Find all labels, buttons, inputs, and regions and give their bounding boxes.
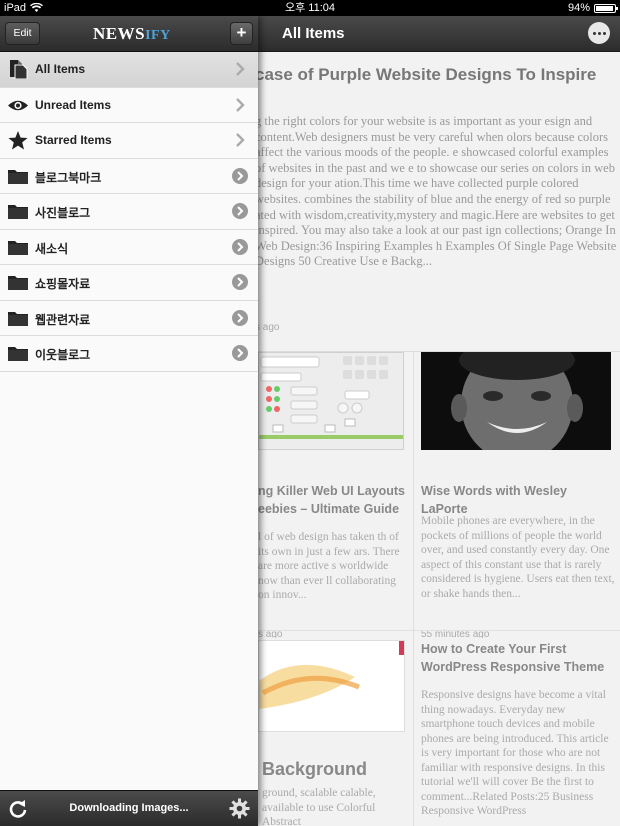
folder-icon — [7, 273, 29, 292]
article-title: ng Killer Web UI Layouts eebies – Ultima… — [258, 484, 406, 516]
sidebar-header: Edit NEWSIFY + — [0, 16, 258, 52]
disclosure-button-icon[interactable] — [232, 274, 248, 290]
more-options-button[interactable] — [588, 22, 610, 44]
logo-accent-text: IFY — [145, 28, 171, 43]
article-title: case of Purple Website Designs To Inspir… — [255, 65, 597, 84]
sidebar-item-label: All Items — [35, 62, 86, 76]
folder-icon — [7, 309, 29, 328]
sidebar-footer: Downloading Images... — [0, 790, 258, 826]
gear-icon[interactable] — [229, 798, 250, 819]
article-card[interactable]: How to Create Your First WordPress Respo… — [414, 638, 620, 826]
article-card[interactable]: Wise Words with Wesley LaPorte Mobile ph… — [414, 352, 620, 640]
folder-icon — [7, 202, 29, 221]
more-dots-icon — [592, 31, 596, 35]
article-thumbnail — [258, 352, 404, 450]
article-title: Background — [262, 759, 368, 779]
eye-icon — [7, 96, 29, 115]
sidebar-list: All Items Unread Items Starred Items 블로그북마크… — [0, 52, 258, 372]
add-feed-button[interactable]: + — [230, 22, 253, 45]
sidebar-item[interactable]: All Items — [0, 52, 258, 88]
article-excerpt: g the right colors for your website is a… — [255, 114, 617, 269]
sidebar-item-label: 이웃블로그 — [35, 348, 91, 362]
disclosure-button-icon[interactable] — [232, 203, 248, 219]
sidebar-item[interactable]: Starred Items — [0, 123, 258, 159]
download-status: Downloading Images... — [69, 802, 189, 814]
battery-icon — [594, 3, 618, 13]
sidebar-item-label: 웹관련자료 — [35, 312, 91, 327]
abstract-background-image — [259, 641, 404, 731]
disclosure-button-icon[interactable] — [232, 309, 248, 326]
disclosure-button-icon[interactable] — [232, 238, 248, 255]
app-logo: NEWSIFY — [93, 24, 171, 44]
edit-button[interactable]: Edit — [5, 22, 40, 45]
logo-main-text: NEWS — [93, 24, 146, 43]
page-title: All Items — [282, 25, 345, 42]
article-title: Wise Words with Wesley LaPorte — [421, 484, 567, 516]
folder-icon — [7, 344, 29, 363]
sidebar-item[interactable]: 웹관련자료 — [0, 300, 258, 336]
article-timestamp: s ago — [255, 322, 280, 333]
sidebar-item-label: Starred Items — [35, 133, 112, 147]
sidebar-item[interactable]: 쇼핑몰자료 — [0, 265, 258, 301]
portrait-photo — [421, 352, 611, 450]
chevron-right-icon — [233, 97, 247, 112]
article-thumbnail — [258, 640, 405, 732]
sidebar-item-label: 블로그북마크 — [35, 170, 102, 185]
ui-kit-preview-image — [259, 353, 403, 449]
sidebar-item-label: 쇼핑몰자료 — [35, 277, 91, 291]
battery-percent: 94% — [567, 2, 590, 14]
disclosure-button-icon[interactable] — [232, 345, 248, 361]
article-title: How to Create Your First WordPress Respo… — [421, 642, 605, 674]
folder-icon — [7, 238, 29, 257]
chevron-right-icon — [233, 62, 247, 76]
sidebar-item[interactable]: 블로그북마크 — [0, 158, 258, 194]
folder-icon — [7, 167, 29, 186]
status-bar: iPad 오후 11:04 94% — [0, 0, 620, 16]
article-excerpt: Responsive designs have become a vital t… — [421, 689, 609, 817]
article-excerpt: ground, scalable calable, available to u… — [262, 787, 376, 826]
article-thumbnail — [421, 352, 611, 450]
sidebar-item-label: Unread Items — [35, 97, 112, 112]
clock: 오후 11:04 — [284, 2, 335, 14]
sidebar-item[interactable]: 새소식 — [0, 229, 258, 265]
article-excerpt: Mobile phones are everywhere, in the poc… — [421, 515, 615, 600]
sidebar-item[interactable]: Unread Items — [0, 87, 258, 123]
disclosure-button-icon[interactable] — [232, 167, 248, 184]
chevron-right-icon — [233, 133, 247, 147]
sidebar-item-label: 새소식 — [35, 241, 69, 256]
article-excerpt: l of web design has taken th of its own … — [258, 531, 400, 601]
star-icon — [7, 131, 29, 150]
article-card[interactable]: ng Killer Web UI Layouts eebies – Ultima… — [258, 352, 413, 640]
row-divider — [258, 630, 620, 631]
sidebar-item[interactable]: 사진블로그 — [0, 194, 258, 230]
document-icon — [7, 60, 29, 80]
sidebar-item[interactable]: 이웃블로그 — [0, 336, 258, 372]
sidebar-item-label: 사진블로그 — [35, 206, 91, 220]
sidebar: Edit NEWSIFY + All Items Unread Items Star… — [0, 16, 258, 826]
